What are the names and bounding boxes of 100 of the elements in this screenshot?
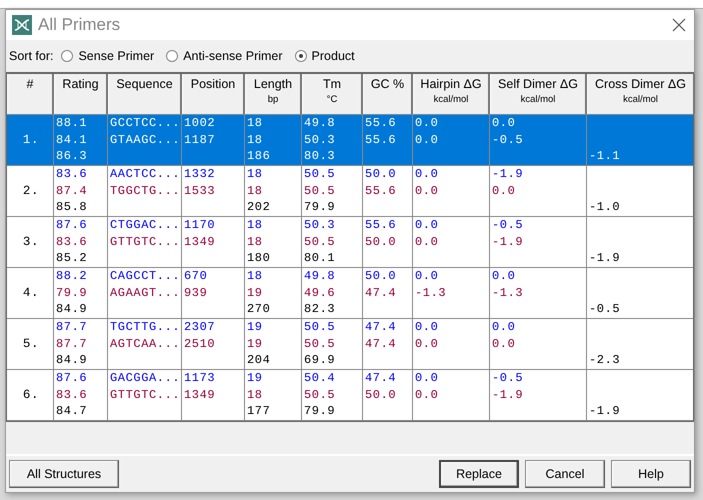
cell-value: 270 [247, 302, 270, 316]
cell-value: -0.5 [589, 302, 620, 316]
cell-value: 1533 [184, 184, 216, 198]
sort-label: Sort for: [9, 49, 54, 63]
cell-value: 88.1 [56, 116, 88, 130]
cell-value: 19 [247, 371, 263, 386]
cell-value: 18 [247, 116, 263, 130]
cell-value: 0.0 [492, 320, 516, 334]
cell-value: 79.9 [304, 404, 336, 418]
table-row[interactable]: 1. 88.1 84.1 86.3 GCCTCC... GTAAGC... 1002 1187 18 18 186 49.8 50.3 80.3 55.6 55.6 0.0 0.0 0.0 -0.5 -1.1 [7, 115, 693, 166]
cell-value: 83.6 [56, 234, 88, 249]
cell-value: GCCTCC... [110, 116, 180, 130]
cell-value: 87.4 [56, 184, 88, 198]
cell-value: 19 [247, 286, 263, 300]
cell-value: -1.0 [589, 200, 620, 214]
dialog-button[interactable]: Replace [439, 460, 519, 488]
cell-value: 50.5 [304, 336, 336, 351]
cell-value: 18 [247, 184, 263, 198]
cell-value: 2307 [184, 320, 216, 334]
cell-value: -1.9 [492, 388, 524, 402]
cell-value: AACTCC... [110, 167, 180, 182]
radio-icon[interactable] [61, 50, 74, 62]
cell-value: 84.7 [56, 404, 88, 418]
cell-value: 1349 [184, 388, 216, 402]
window-title: All Primers [38, 14, 122, 35]
cell-value: 670 [184, 269, 208, 284]
cell-value: 47.4 [365, 336, 396, 351]
cell-value: 55.6 [365, 116, 396, 130]
cell-value: 82.3 [304, 302, 336, 316]
cell-value: 0.0 [415, 234, 438, 249]
cell-value: 87.7 [56, 320, 88, 334]
cell-value: 80.3 [304, 149, 336, 164]
cell-value: TGCTTG... [110, 320, 180, 334]
sort-radio[interactable]: Anti-sense Primer [166, 49, 283, 63]
cell-value: 50.0 [365, 167, 396, 182]
cell-value: 0.0 [492, 269, 516, 284]
cell-value: 47.4 [365, 371, 396, 386]
table-row[interactable]: 4. 88.2 79.9 84.9 CAGCCT... AGAAGT... 670 939 18 19 270 49.8 49.6 82.3 50.0 47.4 0.0 -1.3 0.0 -1.3 -0.5 [7, 268, 693, 320]
row-number: 2. [22, 182, 40, 200]
app-icon [12, 14, 32, 35]
dialog-button[interactable]: All Structures [9, 460, 119, 488]
cell-value: -0.5 [492, 132, 524, 147]
cell-value: 1187 [184, 132, 216, 147]
cell-value: 50.5 [304, 320, 336, 334]
row-number: 3. [22, 234, 40, 250]
cell-value: GACGGA... [110, 371, 180, 386]
cell-value: 84.9 [56, 302, 88, 316]
cell-value: 50.3 [304, 132, 336, 147]
cell-value: -1.9 [589, 404, 620, 418]
cell-value: 1002 [184, 116, 216, 130]
cell-value: 47.4 [365, 286, 396, 300]
cell-value: 0.0 [415, 269, 438, 284]
cell-value: AGTCAA... [110, 336, 180, 351]
cell-value: 19 [247, 336, 263, 351]
table-row[interactable]: 5. 87.7 87.7 84.9 TGCTTG... AGTCAA... 2307 2510 19 19 204 50.5 50.5 69.9 47.4 47.4 0.0 0.0 0.0 0.0 -2.3 [7, 319, 693, 370]
cell-value: 55.6 [365, 132, 396, 147]
close-icon[interactable] [672, 18, 686, 32]
cell-value: -1.1 [589, 149, 620, 164]
row-number: 5. [22, 336, 40, 352]
cell-value: 1173 [184, 371, 216, 386]
radio-icon[interactable] [166, 50, 178, 62]
cell-value: -1.3 [492, 286, 524, 300]
cell-value: 87.6 [56, 218, 88, 232]
row-number: 1. [22, 132, 40, 148]
cell-value: 83.6 [56, 388, 88, 402]
cell-value: 2510 [184, 336, 216, 351]
cell-value: 85.8 [56, 200, 88, 214]
cell-value: 47.4 [365, 320, 396, 334]
cell-value: 0.0 [415, 184, 438, 198]
cell-value: 50.0 [365, 269, 396, 284]
cell-value: TGGCTG... [110, 184, 180, 198]
dialog-button[interactable]: Help [611, 460, 691, 488]
cell-value: -1.9 [492, 167, 524, 182]
cell-value: 50.5 [304, 388, 336, 402]
cell-value: 50.4 [304, 371, 336, 386]
cell-value: 1170 [184, 218, 216, 232]
cell-value: 83.6 [56, 167, 88, 182]
cell-value: 0.0 [492, 116, 516, 130]
cell-value: 177 [247, 404, 270, 418]
cell-value: -0.5 [492, 371, 524, 386]
cell-value: 0.0 [415, 116, 438, 130]
table-row[interactable]: 2. 83.6 87.4 85.8 AACTCC... TGGCTG... 1332 1533 18 18 202 50.5 50.5 79.9 50.0 55.6 0.0 0.0 -1.9 0.0 -1.0 [7, 166, 693, 218]
dialog-button[interactable]: Cancel [525, 460, 605, 488]
table-row[interactable]: 3. 87.6 83.6 85.2 CTGGAC... GTTGTC... 1170 1349 18 18 180 50.3 50.5 80.1 55.6 50.0 0.0 0.0 -0.5 -1.9 -1.9 [7, 217, 693, 268]
cell-value: 87.7 [56, 336, 88, 351]
cell-value: 84.1 [56, 132, 88, 147]
sort-radio[interactable]: Product [294, 49, 355, 63]
cell-value: 204 [247, 353, 270, 368]
row-number: 4. [22, 284, 40, 302]
radio-icon[interactable] [294, 50, 307, 62]
cell-value: -1.9 [492, 234, 524, 249]
cell-value: 55.6 [365, 218, 396, 232]
cell-value: 84.9 [56, 353, 88, 368]
cell-value: 0.0 [415, 371, 438, 386]
cell-value: 1349 [184, 234, 216, 249]
cell-value: 0.0 [492, 184, 516, 198]
cell-value: 50.0 [365, 388, 396, 402]
table-row[interactable]: 6. 87.6 83.6 84.7 GACGGA... GTTGTC... 1173 1349 19 18 177 50.4 50.5 79.9 47.4 50.0 0.0 0.0 -0.5 -1.9 -1.9 [7, 370, 693, 422]
cell-value: 1332 [184, 167, 216, 182]
sort-radio[interactable]: Sense Primer [61, 49, 154, 63]
